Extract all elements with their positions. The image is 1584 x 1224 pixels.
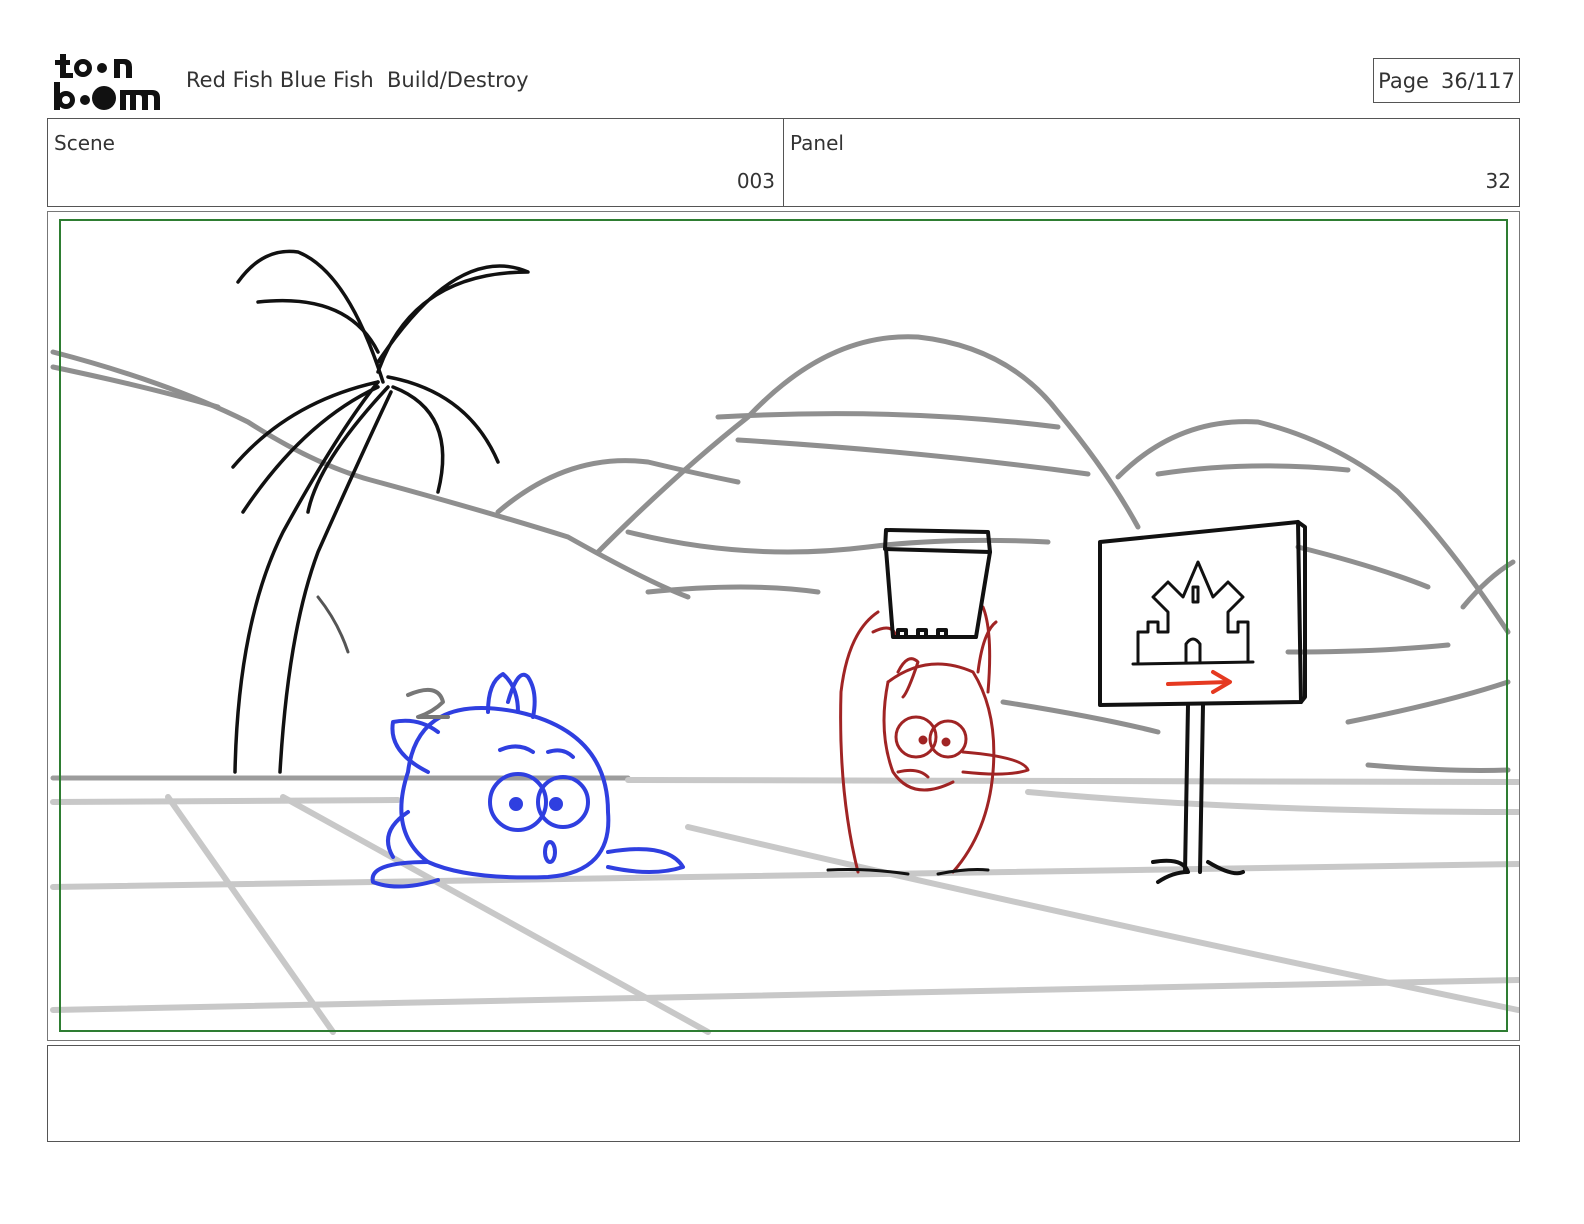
project-title: Red Fish Blue Fish Build/Destroy (186, 68, 529, 92)
storyboard-panel (47, 211, 1520, 1041)
castle-sign-icon (1098, 520, 1307, 884)
red-fish (839, 605, 1030, 874)
scene-cell: Scene 003 (48, 119, 783, 206)
toonboom-logo (52, 50, 164, 112)
panel-label: Panel (790, 131, 844, 155)
scene-label: Scene (54, 131, 115, 155)
dialogue-notes-box[interactable] (47, 1045, 1520, 1142)
scene-panel-info: Scene 003 Panel 32 (47, 118, 1520, 207)
panel-cell: Panel 32 (783, 119, 1519, 206)
motion-marks (406, 687, 450, 719)
storyboard-drawing (50, 249, 1519, 1035)
page-number: 36/117 (1440, 68, 1515, 93)
panel-number: 32 (1485, 169, 1511, 193)
arrow-right-icon (1166, 670, 1232, 694)
page-label: Page (1378, 68, 1429, 93)
ground-grid (50, 777, 1519, 1035)
scene-number: 003 (736, 169, 775, 193)
page-indicator: Page 36/117 (1373, 58, 1520, 103)
